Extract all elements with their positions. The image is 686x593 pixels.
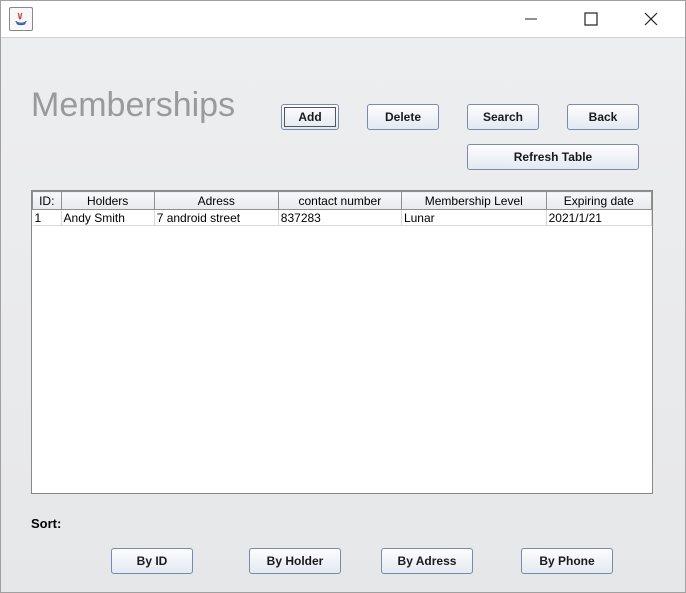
back-button[interactable]: Back [567, 104, 639, 130]
cell-contact[interactable]: 837283 [278, 210, 401, 226]
cell-holder[interactable]: Andy Smith [61, 210, 154, 226]
maximize-button[interactable] [571, 4, 611, 34]
sort-by-id-button[interactable]: By ID [111, 548, 193, 574]
minimize-button[interactable] [511, 4, 551, 34]
table-header-row: ID: Holders Adress contact number Member… [33, 192, 652, 210]
memberships-table[interactable]: ID: Holders Adress contact number Member… [31, 190, 653, 494]
titlebar [1, 1, 685, 37]
sort-label: Sort: [31, 516, 61, 531]
col-contact[interactable]: contact number [278, 192, 401, 210]
java-app-icon [9, 7, 33, 31]
col-id[interactable]: ID: [33, 192, 62, 210]
col-adress[interactable]: Adress [154, 192, 278, 210]
sort-by-holder-button[interactable]: By Holder [249, 548, 341, 574]
add-button[interactable]: Add [281, 104, 339, 130]
window-frame: Memberships Add Delete Search Back Refre… [0, 0, 686, 593]
window-controls [511, 4, 681, 34]
cell-adress[interactable]: 7 android street [154, 210, 278, 226]
sort-by-phone-button[interactable]: By Phone [521, 548, 613, 574]
cell-level[interactable]: Lunar [401, 210, 546, 226]
client-area: Memberships Add Delete Search Back Refre… [1, 37, 685, 592]
delete-button[interactable]: Delete [367, 104, 439, 130]
col-expiring[interactable]: Expiring date [546, 192, 651, 210]
search-button[interactable]: Search [467, 104, 539, 130]
col-level[interactable]: Membership Level [401, 192, 546, 210]
cell-id[interactable]: 1 [33, 210, 62, 226]
page-title: Memberships [31, 86, 235, 125]
table-row[interactable]: 1 Andy Smith 7 android street 837283 Lun… [33, 210, 652, 226]
cell-expiring[interactable]: 2021/1/21 [546, 210, 651, 226]
refresh-table-button[interactable]: Refresh Table [467, 144, 639, 170]
close-button[interactable] [631, 4, 671, 34]
col-holders[interactable]: Holders [61, 192, 154, 210]
sort-by-adress-button[interactable]: By Adress [381, 548, 473, 574]
